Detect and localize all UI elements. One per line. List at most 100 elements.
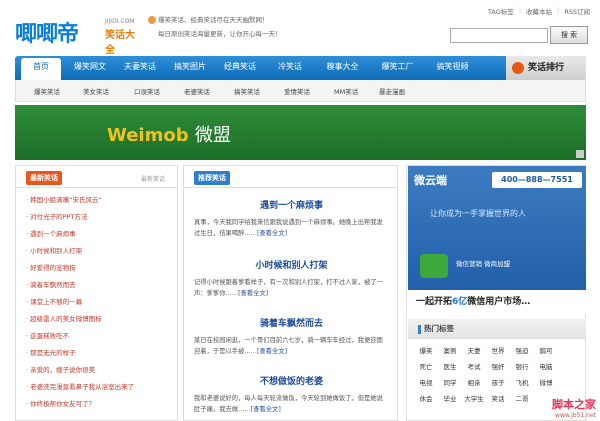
toplink-tag[interactable]: TAG标签 <box>488 6 514 16</box>
tag-link[interactable]: 医生 <box>438 361 462 371</box>
nav-item-6[interactable]: 糗事大全 <box>315 56 370 80</box>
tag-link[interactable]: 休会 <box>414 393 438 403</box>
logo-domain: JIJIDI.COM <box>105 18 135 25</box>
tag-cloud: 爆笑 案例 夫妻 世界 强迫 銷可 死亡 医生 考试 强奸 银行 电脑 电视 同… <box>408 339 586 403</box>
tag-link[interactable]: 微博 <box>534 377 558 387</box>
nav-item-7[interactable]: 爆笑工厂 <box>370 56 425 80</box>
toplink-favorite[interactable]: 收藏本站 <box>526 6 552 16</box>
latest-jokes-panel: 最新笑话 最新笑话 韩国小姐满嘴“宋氏风云” 对付光子的PPT方法 遇到一个麻烦… <box>15 165 178 421</box>
list-item[interactable]: 这蛋糕败吃不 <box>26 328 177 345</box>
tag-link[interactable]: 孩子 <box>486 377 510 387</box>
tag-link[interactable]: 大学生 <box>462 393 486 403</box>
smile-icon <box>148 16 156 24</box>
subnav-item[interactable]: 搞笑笑话 <box>234 86 260 96</box>
nav-item-2[interactable]: 夫妻笑话 <box>115 56 165 80</box>
tag-link[interactable]: 飞机 <box>510 377 534 387</box>
list-item[interactable]: 你终极帮你女友可了？ <box>26 396 177 413</box>
subnav-item[interactable]: 爆笑笑话 <box>34 86 60 96</box>
list-item[interactable]: 老婆洗完澡竟看鼻子我从浴室出来了 <box>26 379 177 396</box>
list-item[interactable]: 遇到一个麻烦事 <box>26 226 177 243</box>
nav-item-1[interactable]: 爆笑网文 <box>65 56 115 80</box>
tag-link[interactable]: 强奸 <box>486 361 510 371</box>
banner-brand: Weimob 微盟 <box>107 125 231 146</box>
list-item[interactable]: 亲爱的，嫂子说你很美 <box>26 362 177 379</box>
tag-link[interactable]: 世界 <box>486 345 510 355</box>
tag-link[interactable]: 爆笑 <box>414 345 438 355</box>
ad-phone: 400—888—7551 <box>492 172 582 188</box>
nav-item-8[interactable]: 搞笑视频 <box>425 56 480 80</box>
tag-link[interactable]: 銷可 <box>534 345 558 355</box>
joke-body: 我和老婆说好的，每人每天轮流做饭，今天轮到她做饭了，但是她说肚子痛，我去做…… <box>194 395 383 413</box>
tag-link[interactable]: 毕业 <box>438 393 462 403</box>
banner-ad[interactable]: Weimob 微盟 <box>15 105 586 160</box>
nav-item-5[interactable]: 冷笑话 <box>265 56 315 80</box>
tag-link[interactable]: 电视 <box>414 377 438 387</box>
joke-title[interactable]: 遇到一个麻烦事 <box>194 198 389 212</box>
joke-title[interactable]: 不想做饭的老婆 <box>194 374 389 388</box>
list-item[interactable]: 超级雷人的美女微博图标 <box>26 311 177 328</box>
tag-link[interactable]: 考试 <box>462 361 486 371</box>
joke-title[interactable]: 骑着车飘然而去 <box>194 316 389 330</box>
tag-link[interactable]: 强迫 <box>510 345 534 355</box>
nav-item-home[interactable]: 首页 <box>21 58 61 80</box>
tag-link[interactable]: 死亡 <box>414 361 438 371</box>
list-item[interactable]: 那是无光的样子 <box>26 345 177 362</box>
tag-link[interactable]: 案例 <box>438 345 462 355</box>
recommended-title: 推荐笑话 <box>194 171 230 185</box>
right-sidebar: 微云端 400—888—7551 让你成为一手掌握世界的人 微信营销 微商加盟 … <box>406 165 586 421</box>
read-more-link[interactable]: [查看全文] <box>257 348 287 355</box>
nav-item-4[interactable]: 经典笑话 <box>215 56 265 80</box>
list-item[interactable]: 韩国小姐满嘴“宋氏风云” <box>26 192 177 209</box>
search-input[interactable] <box>450 28 548 43</box>
watermark: 脚本之家 www.jb51.net <box>552 398 596 419</box>
joke-entry: 小时候和别人打架 记得小时候跟着爹看样子，有一次和别人打架，打不过人家，被了一声… <box>194 258 389 299</box>
read-more-link[interactable]: [查看全文] <box>257 230 287 237</box>
tag-link[interactable]: 相亲 <box>462 377 486 387</box>
subnav-item[interactable]: 口误笑话 <box>134 86 160 96</box>
sub-nav: 爆笑笑话 美女笑话 口误笑话 老婆笑话 搞笑笑话 爱情笑话 MM笑话 暴走漫画 <box>15 80 586 102</box>
subnav-item[interactable]: 暴走漫画 <box>379 86 405 96</box>
main-nav: 首页 爆笑网文 夫妻笑话 搞笑图片 经典笑话 冷笑话 糗事大全 爆笑工厂 搞笑视… <box>15 56 586 80</box>
read-more-link[interactable]: [查看全文] <box>238 290 268 297</box>
latest-jokes-title: 最新笑话 <box>26 171 62 185</box>
ad-tagline: 让你成为一手掌握世界的人 <box>430 209 526 218</box>
list-item[interactable]: 好爱得的宠物狗 <box>26 260 177 277</box>
rank-label: 笑话排行 <box>528 63 565 73</box>
subnav-item[interactable]: 爱情笑话 <box>284 86 310 96</box>
slogan: 爆笑笑话、经典笑话尽在天天幽默网！ 每日原创笑话海量更新，让你开心每一天！ <box>148 13 282 41</box>
toplink-rss[interactable]: RSS订阅 <box>564 6 590 16</box>
slogan-line-2: 每日原创笑话海量更新，让你开心每一天！ <box>158 30 282 38</box>
wechat-icon <box>420 254 448 278</box>
subnav-item[interactable]: MM笑话 <box>334 86 358 96</box>
tag-link[interactable]: 同学 <box>438 377 462 387</box>
sidebar-ad[interactable]: 微云端 400—888—7551 让你成为一手掌握世界的人 微信营销 微商加盟 … <box>408 166 586 314</box>
tag-link[interactable]: 二哥 <box>510 393 534 403</box>
list-item[interactable]: 骑着车飘然而去 <box>26 277 177 294</box>
subnav-item[interactable]: 美女笑话 <box>83 86 109 96</box>
tag-link[interactable]: 夫妻 <box>462 345 486 355</box>
list-item[interactable]: 对付光子的PPT方法 <box>26 209 177 226</box>
list-item[interactable]: 课堂上不够的一幕 <box>26 294 177 311</box>
joke-entry: 骑着车飘然而去 某日在校园闲逛，一个哥们目前六七岁，骑一辆车车经过，我便迎面迎着… <box>194 316 389 357</box>
rank-icon <box>512 62 524 74</box>
latest-jokes-more[interactable]: 最新笑话 <box>141 174 165 183</box>
subnav-item[interactable]: 老婆笑话 <box>184 86 210 96</box>
tag-link[interactable]: 电脑 <box>534 361 558 371</box>
ad-bottom-tagline: 一起开拓6亿微信用户市场… <box>408 290 586 314</box>
header: 唧唧帝 JIJIDI.COM 笑话大全 爆笑笑话、经典笑话尽在天天幽默网！ 每日… <box>0 0 600 56</box>
rank-button[interactable]: 笑话排行 <box>506 56 586 80</box>
site-logo[interactable]: 唧唧帝 JIJIDI.COM 笑话大全 <box>15 10 137 56</box>
joke-entry: 遇到一个麻烦事 真事，今天我同学给我来信跟我说遇到一个麻烦事。她晚上出帮我发过生… <box>194 198 389 239</box>
tag-link[interactable]: 笑话 <box>486 393 510 403</box>
joke-body: 某日在校园闲逛，一个哥们目前六七岁，骑一辆车车经过，我便迎面迎着，于是以手被…… <box>194 337 383 355</box>
slogan-line-1: 爆笑笑话、经典笑话尽在天天幽默网！ <box>158 16 269 24</box>
banner-close-icon[interactable] <box>576 150 584 158</box>
nav-item-3[interactable]: 搞笑图片 <box>165 56 215 80</box>
logo-subtitle: 笑话大全 <box>105 30 135 56</box>
hot-tags-title: 热门标签 <box>408 319 586 339</box>
search-button[interactable]: 搜 索 <box>550 26 588 44</box>
list-item[interactable]: 小时候和别人打架 <box>26 243 177 260</box>
joke-title[interactable]: 小时候和别人打架 <box>194 258 389 272</box>
tag-link[interactable]: 银行 <box>510 361 534 371</box>
read-more-link[interactable]: [查看全文] <box>251 406 281 413</box>
